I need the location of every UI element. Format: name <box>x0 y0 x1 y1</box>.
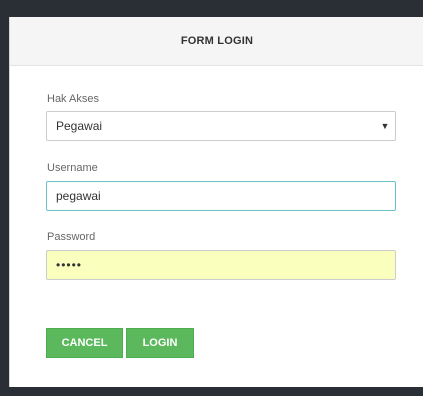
chevron-down-icon: ▼ <box>380 121 390 131</box>
login-form-card: FORM LOGIN Hak Akses Pegawai ▼ Username … <box>9 17 423 387</box>
hak-akses-selected-value: Pegawai <box>56 119 103 133</box>
username-label: Username <box>47 162 98 174</box>
password-input[interactable] <box>46 250 396 280</box>
password-label: Password <box>47 231 96 243</box>
hak-akses-select[interactable]: Pegawai ▼ <box>46 111 396 141</box>
form-title: FORM LOGIN <box>180 35 254 47</box>
username-input[interactable] <box>46 181 396 211</box>
login-button[interactable]: LOGIN <box>126 328 194 358</box>
page-backdrop: FORM LOGIN Hak Akses Pegawai ▼ Username … <box>0 0 423 396</box>
hak-akses-label: Hak Akses <box>47 93 99 105</box>
form-header: FORM LOGIN <box>10 17 423 66</box>
cancel-button[interactable]: CANCEL <box>46 328 123 358</box>
